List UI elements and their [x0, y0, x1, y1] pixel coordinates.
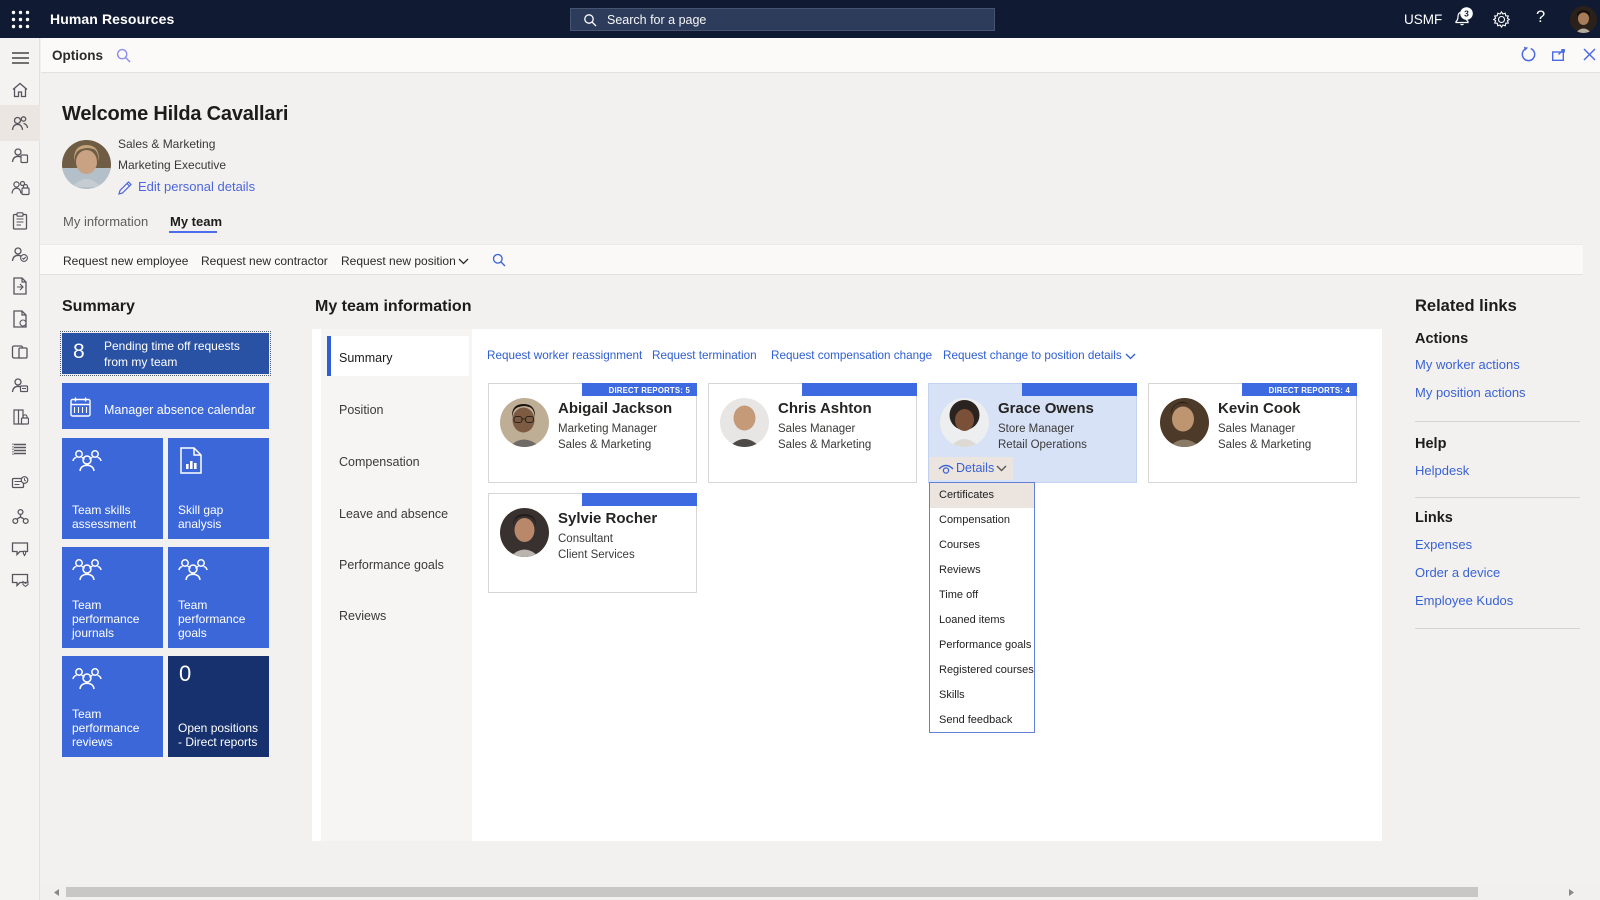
svg-text:3: 3	[1464, 8, 1469, 18]
